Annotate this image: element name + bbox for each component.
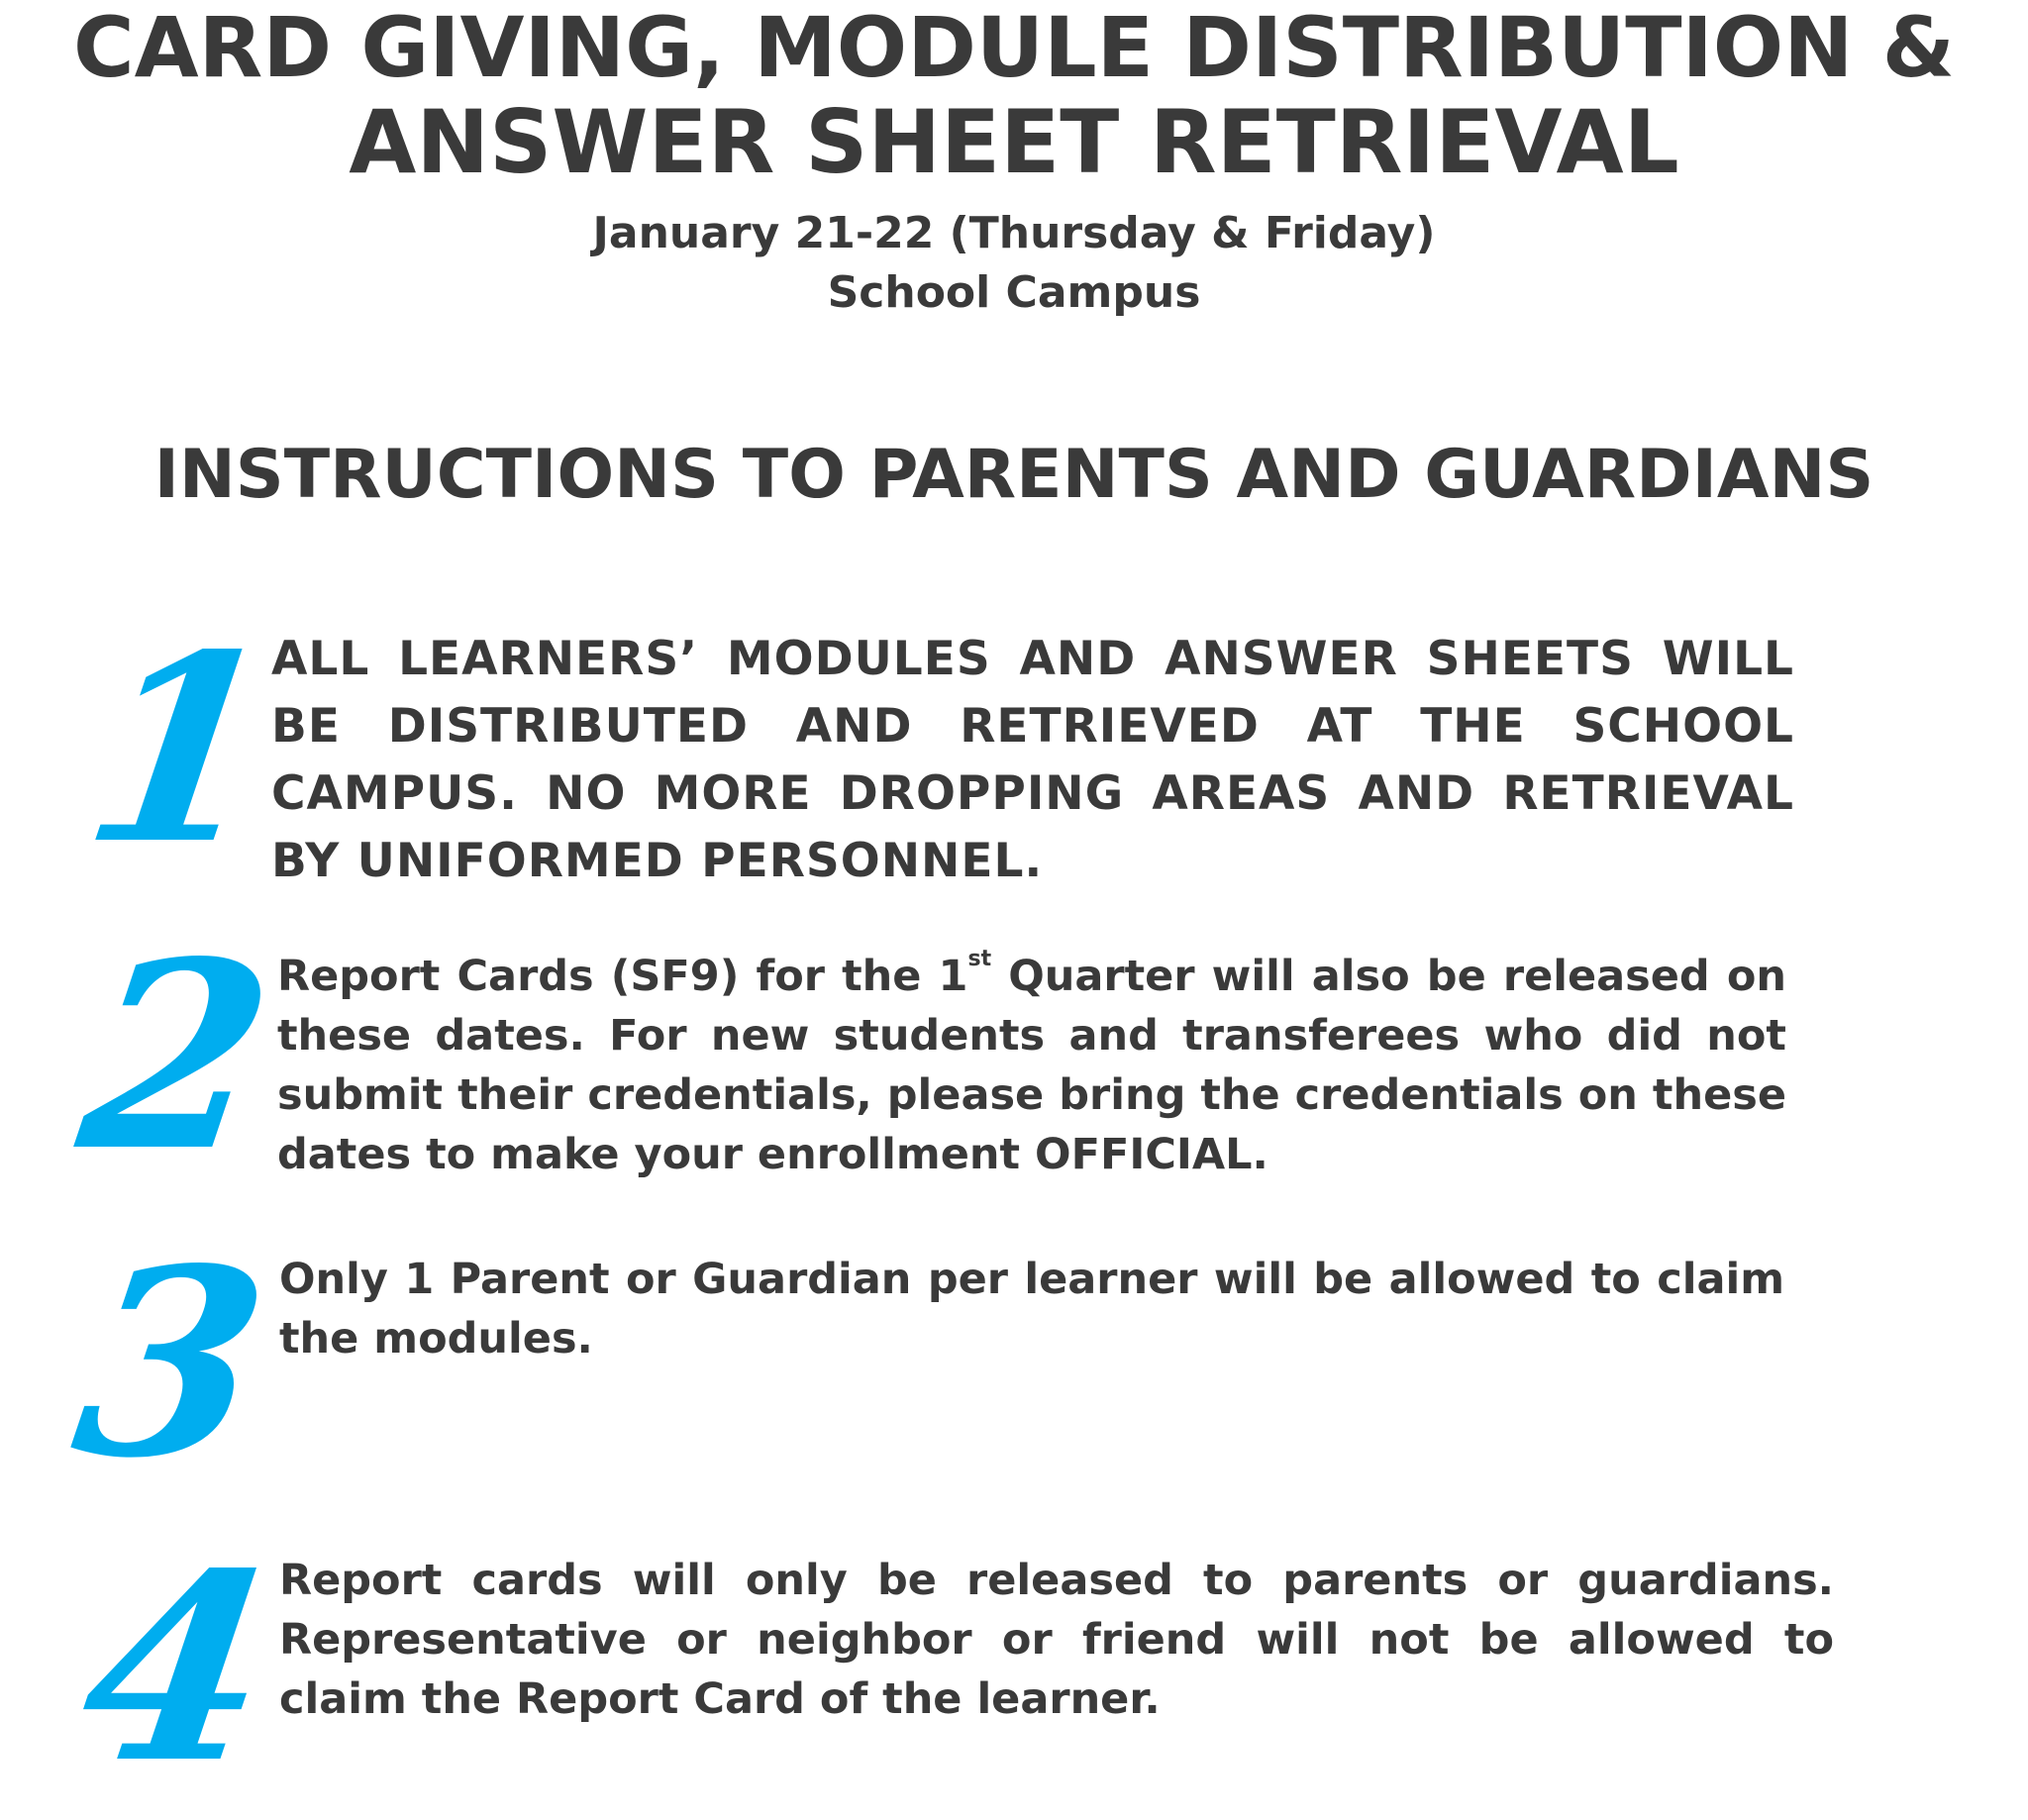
instruction-3-text: Only 1 Parent or Guardian per learner wi… xyxy=(279,1255,1784,1364)
number-1-badge: 1 xyxy=(69,599,292,901)
instruction-1-text: ALL LEARNERS’ MODULES AND ANSWER SHEETS … xyxy=(271,632,1794,888)
number-4-badge: 4 xyxy=(65,1518,288,1820)
event-location: School Campus xyxy=(827,267,1201,318)
number-3-badge: 3 xyxy=(59,1213,282,1515)
instruction-2-text: Report Cards (SF9) for the 1st Quarter w… xyxy=(277,947,1786,1184)
instruction-4-text: Report cards will only be released to pa… xyxy=(279,1556,1834,1724)
poster-title-line1: CARD GIVING, MODULE DISTRIBUTION & xyxy=(73,0,1955,96)
ordinal-superscript: st xyxy=(967,947,992,971)
number-2-badge: 2 xyxy=(65,906,288,1208)
instructions-poster: CARD GIVING, MODULE DISTRIBUTION & ANSWE… xyxy=(0,0,2028,1820)
instruction-2-text-start: Report Cards (SF9) for the 1 xyxy=(277,952,968,1001)
poster-title-line2: ANSWER SHEET RETRIEVAL xyxy=(349,91,1679,193)
instructions-heading: INSTRUCTIONS TO PARENTS AND GUARDIANS xyxy=(153,436,1875,514)
event-date: January 21-22 (Thursday & Friday) xyxy=(592,208,1436,258)
